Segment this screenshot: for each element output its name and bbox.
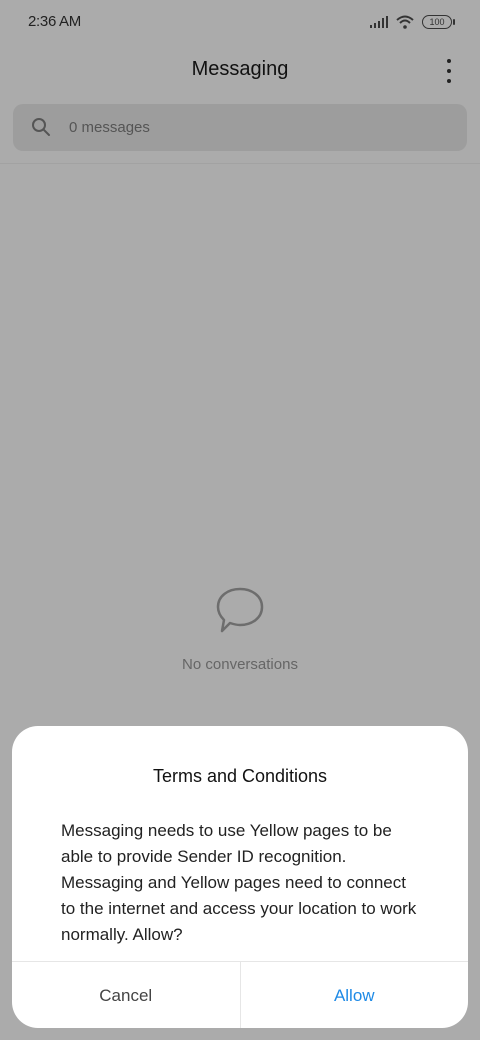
battery-icon: 100 — [422, 15, 455, 29]
cancel-button[interactable]: Cancel — [12, 962, 241, 1028]
wifi-icon — [396, 15, 414, 29]
dialog-title: Terms and Conditions — [152, 766, 328, 786]
more-vertical-icon — [447, 59, 451, 63]
search-input[interactable]: 0 messages — [13, 104, 467, 151]
terms-dialog: Terms and Conditions Messaging needs to … — [12, 726, 468, 1028]
status-icons: 100 — [370, 12, 455, 32]
header-divider — [0, 163, 480, 164]
more-options-button[interactable] — [444, 56, 454, 86]
dialog-actions: Cancel Allow — [12, 961, 468, 1028]
signal-icon — [370, 16, 388, 28]
empty-state-text: No conversations — [182, 656, 298, 673]
page-title: Messaging — [191, 58, 289, 80]
status-time: 2:36 AM — [28, 13, 81, 30]
status-bar: 2:36 AM 100 — [0, 0, 480, 44]
speech-bubble-icon — [216, 587, 264, 633]
search-icon — [32, 118, 50, 136]
search-placeholder: 0 messages — [69, 119, 150, 136]
dialog-message: Messaging needs to use Yellow pages to b… — [61, 821, 417, 944]
app-header: Messaging — [0, 44, 480, 98]
allow-button[interactable]: Allow — [241, 962, 469, 1028]
